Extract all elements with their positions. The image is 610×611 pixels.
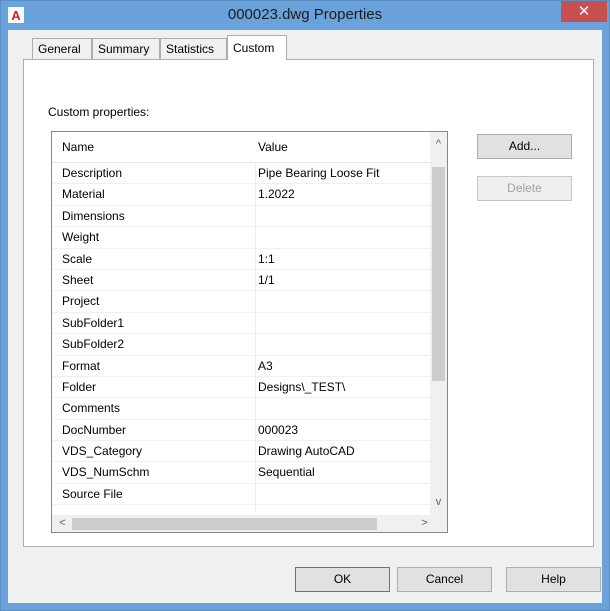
table-row[interactable]: Material 1.2022 [52,184,432,206]
custom-properties-grid[interactable]: Name Value Description Pipe Bearing Loose… [51,131,448,533]
table-row[interactable]: Source File [52,484,432,506]
property-value-cell[interactable]: 1:1 [258,249,430,270]
table-row[interactable]: Description Pipe Bearing Loose Fit [52,163,432,185]
property-name-cell[interactable]: Material [62,184,252,205]
property-value-cell[interactable]: 000023 [258,420,430,441]
property-name-cell[interactable]: Folder [62,377,252,398]
table-row[interactable]: DocNumber 000023 [52,420,432,442]
property-value-cell[interactable]: Pipe Bearing Loose Fit [258,163,430,184]
table-row[interactable]: Weight [52,227,432,249]
property-value-cell[interactable]: 1.2022 [258,184,430,205]
property-name-cell[interactable]: SubFolder1 [62,313,252,334]
scroll-up-icon[interactable]: ^ [430,136,447,153]
property-name-cell[interactable]: DocNumber [62,420,252,441]
vertical-scrollbar[interactable]: ^ v [430,132,447,515]
property-name-cell[interactable]: VDS_Category [62,441,252,462]
table-row[interactable]: Folder Designs\_TEST\ [52,377,432,399]
table-row[interactable]: Project [52,291,432,313]
tab-statistics[interactable]: Statistics [160,38,227,59]
table-row[interactable]: Dimensions [52,206,432,228]
title-bar[interactable]: A 000023.dwg Properties ✕ [1,1,609,29]
close-icon[interactable]: ✕ [561,1,607,22]
property-value-cell[interactable] [258,313,430,334]
help-button[interactable]: Help [506,567,601,592]
table-row[interactable]: SubFolder2 [52,334,432,356]
property-value-cell[interactable] [258,206,430,227]
column-header-value[interactable]: Value [258,132,288,162]
property-name-cell[interactable]: Project [62,291,252,312]
property-value-cell[interactable]: Sequential [258,462,430,483]
property-value-cell[interactable]: Designs\_TEST\ [258,377,430,398]
property-name-cell[interactable]: Format [62,356,252,377]
table-row[interactable]: Sheet 1/1 [52,270,432,292]
table-row[interactable]: Format A3 [52,356,432,377]
property-name-cell[interactable]: Comments [62,398,252,419]
property-name-cell[interactable]: Sheet [62,270,252,291]
scroll-left-icon[interactable]: < [54,515,71,532]
property-value-cell[interactable]: A3 [258,356,430,377]
tab-summary[interactable]: Summary [92,38,160,59]
tab-general[interactable]: General [32,38,92,59]
properties-dialog: A 000023.dwg Properties ✕ General Summar… [0,0,610,611]
scroll-down-icon[interactable]: v [430,494,447,511]
horizontal-scrollbar[interactable]: < > [52,515,447,532]
grid-rows: Description Pipe Bearing Loose Fit Materia… [52,163,432,506]
tab-custom[interactable]: Custom [227,35,287,60]
property-value-cell[interactable] [258,291,430,312]
property-name-cell[interactable]: Dimensions [62,206,252,227]
property-name-cell[interactable]: Weight [62,227,252,248]
table-row[interactable]: VDS_Category Drawing AutoCAD [52,441,432,463]
property-name-cell[interactable]: Description [62,163,252,184]
grid-header: Name Value [52,132,432,163]
property-name-cell[interactable]: Source File [62,484,252,505]
cancel-button[interactable]: Cancel [397,567,492,592]
table-row[interactable]: Comments [52,398,432,420]
add-button[interactable]: Add... [477,134,572,159]
window-title: 000023.dwg Properties [227,6,383,23]
property-value-cell[interactable]: 1/1 [258,270,430,291]
scroll-right-icon[interactable]: > [416,515,433,532]
property-value-cell[interactable] [258,334,430,355]
table-row[interactable]: VDS_NumSchm Sequential [52,462,432,484]
ok-button[interactable]: OK [295,567,390,592]
table-row[interactable]: SubFolder1 [52,313,432,335]
custom-properties-label: Custom properties: [48,105,150,119]
property-value-cell[interactable] [258,227,430,248]
vertical-scroll-thumb[interactable] [432,167,445,381]
property-value-cell[interactable] [258,484,430,505]
property-name-cell[interactable]: VDS_NumSchm [62,462,252,483]
property-value-cell[interactable]: Drawing AutoCAD [258,441,430,462]
table-row[interactable]: Scale 1:1 [52,249,432,270]
horizontal-scroll-thumb[interactable] [72,518,377,530]
property-value-cell[interactable] [258,398,430,419]
property-name-cell[interactable]: SubFolder2 [62,334,252,355]
delete-button[interactable]: Delete [477,176,572,201]
column-header-name[interactable]: Name [62,132,94,162]
property-name-cell[interactable]: Scale [62,249,252,270]
